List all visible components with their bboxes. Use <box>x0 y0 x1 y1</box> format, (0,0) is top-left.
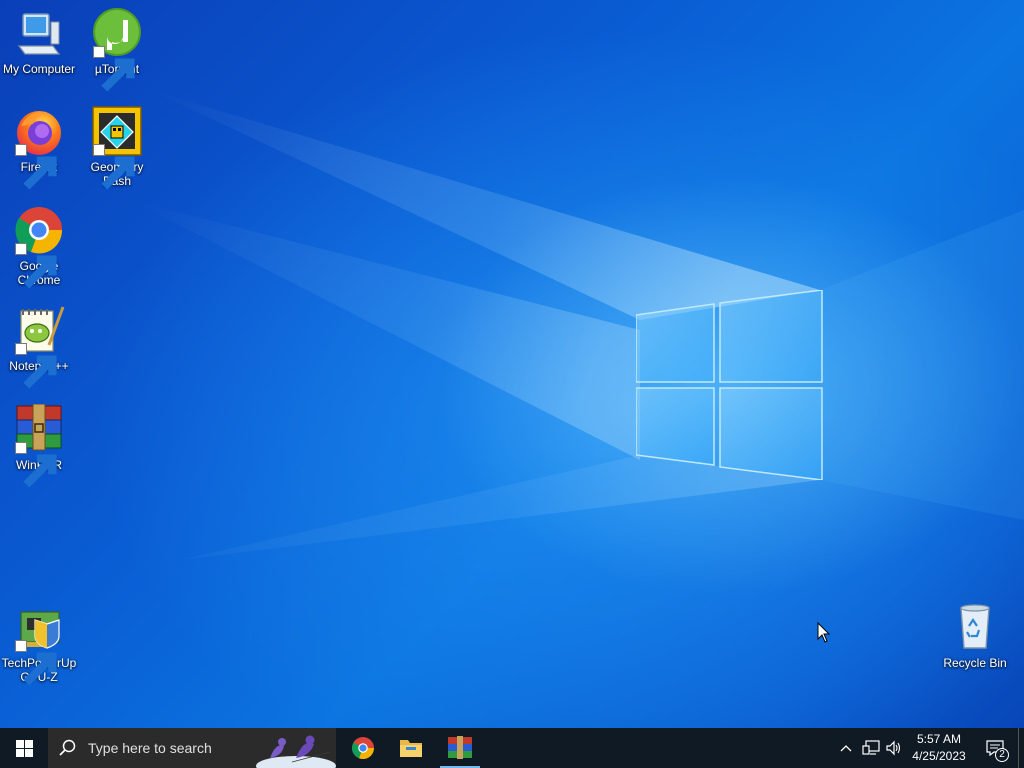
desktop-icon-notepad-plus-plus[interactable]: Notepad++ <box>0 305 78 389</box>
firefox-icon <box>13 106 65 190</box>
google-chrome-icon <box>351 737 375 760</box>
geometry-dash-icon <box>91 106 143 190</box>
desktop-icon-label: My Computer <box>2 62 76 76</box>
shortcut-arrow-icon <box>15 640 57 686</box>
clock-date: 4/25/2023 <box>912 749 966 763</box>
shortcut-arrow-icon <box>15 442 57 488</box>
shortcut-arrow-icon <box>15 243 57 289</box>
volume-tray-button[interactable] <box>884 728 904 768</box>
taskbar: 5:57 AM 4/25/2023 2 <box>0 728 1024 768</box>
chevron-up-icon <box>840 745 852 752</box>
desktop-icon-recycle-bin[interactable]: Recycle Bin <box>936 602 1014 670</box>
mouse-cursor-icon <box>817 622 831 643</box>
file-explorer-icon <box>400 740 422 757</box>
desktop-icon-geometry-dash[interactable]: Geometry Dash <box>78 106 156 190</box>
desktop-icon-label: Recycle Bin <box>943 656 1007 670</box>
google-chrome-icon <box>13 205 65 289</box>
desktop[interactable]: My Computer µTorrent Firefox Geometry Da… <box>0 0 1024 728</box>
desktop-icon-my-computer[interactable]: My Computer <box>0 8 78 76</box>
start-button[interactable] <box>0 728 48 768</box>
winrar-icon <box>448 736 472 759</box>
taskbar-clock[interactable]: 5:57 AM 4/25/2023 <box>906 731 972 765</box>
network-tray-button[interactable] <box>860 728 882 768</box>
action-center-button[interactable]: 2 <box>980 728 1010 768</box>
speaker-icon <box>886 740 901 756</box>
network-icon <box>862 740 880 755</box>
search-input[interactable] <box>88 740 248 756</box>
desktop-icon-utorrent[interactable]: µTorrent <box>78 8 156 92</box>
shortcut-arrow-icon <box>15 144 57 190</box>
gpu-z-icon <box>13 602 65 686</box>
search-highlight-birds-icon <box>256 735 336 768</box>
taskbar-chrome-button[interactable] <box>339 728 387 768</box>
my-computer-icon <box>13 8 65 60</box>
taskbar-winrar-button[interactable] <box>436 728 484 768</box>
windows-logo-wallpaper <box>636 290 823 480</box>
utorrent-icon <box>91 8 143 92</box>
desktop-icon-google-chrome[interactable]: Google Chrome <box>0 205 78 289</box>
show-desktop-button[interactable] <box>1018 728 1024 768</box>
winrar-icon <box>13 404 65 488</box>
desktop-icon-winrar[interactable]: WinRAR <box>0 404 78 488</box>
shortcut-arrow-icon <box>93 144 135 190</box>
desktop-icon-firefox[interactable]: Firefox <box>0 106 78 190</box>
show-hidden-icons-button[interactable] <box>836 728 856 768</box>
desktop-icon-gpu-z[interactable]: TechPowerUp GPU-Z <box>0 602 78 686</box>
shortcut-arrow-icon <box>15 343 57 389</box>
taskbar-file-explorer-button[interactable] <box>387 728 435 768</box>
notepad-plus-plus-icon <box>13 305 65 389</box>
taskbar-search-box[interactable] <box>48 728 336 768</box>
search-icon <box>48 739 88 757</box>
clock-time: 5:57 AM <box>916 732 962 746</box>
notification-count-badge: 2 <box>995 748 1009 762</box>
windows-start-icon <box>15 739 33 757</box>
recycle-bin-icon <box>949 602 1001 654</box>
shortcut-arrow-icon <box>93 46 135 92</box>
